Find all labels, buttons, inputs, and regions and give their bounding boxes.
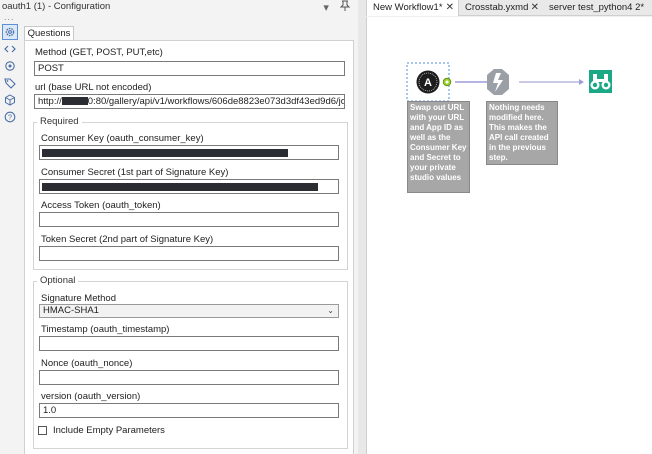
token-secret-input[interactable] xyxy=(39,246,339,261)
comment-note-oauth[interactable]: Swap out URL with your URL and App ID as… xyxy=(407,101,470,193)
tab-new-workflow1[interactable]: New Workflow1* ✕ xyxy=(366,0,459,16)
help-icon[interactable]: ? xyxy=(2,109,18,125)
side-toolbar: ? xyxy=(0,24,20,126)
comment-note-download[interactable]: Nothing needs modified here. This makes … xyxy=(486,101,558,165)
consumer-key-input[interactable] xyxy=(39,145,339,160)
close-icon[interactable]: ✕ xyxy=(531,0,539,15)
signature-method-label: Signature Method xyxy=(41,293,116,304)
token-secret-label: Token Secret (2nd part of Signature Key) xyxy=(41,234,213,245)
output-anchor[interactable] xyxy=(443,78,451,86)
nonce-input[interactable] xyxy=(39,370,339,385)
configuration-panel: oauth1 (1) - Configuration ▾ ... ? Quest… xyxy=(0,0,358,454)
tab-label: server test_python4 2* xyxy=(549,2,644,13)
url-suffix: 0:80/gallery/api/v1/workflows/606de8823e… xyxy=(88,96,345,107)
redacted-consumer-key xyxy=(42,149,288,157)
consumer-secret-input[interactable] xyxy=(39,179,339,194)
cube-icon[interactable] xyxy=(2,92,18,108)
method-input[interactable]: POST xyxy=(34,61,345,76)
workflow-canvas[interactable]: A Swap out URL with your URL and App ID … xyxy=(366,17,652,454)
version-label: version (oauth_version) xyxy=(41,391,140,402)
signature-method-value: HMAC-SHA1 xyxy=(43,305,99,316)
tab-label: New Workflow1* xyxy=(373,2,443,13)
optional-group-title: Optional xyxy=(37,275,78,286)
tab-label: Crosstab.yxmd xyxy=(465,2,528,13)
chevron-down-icon[interactable]: ▾ xyxy=(323,2,329,14)
tag-icon[interactable] xyxy=(2,75,18,91)
url-prefix: http:// xyxy=(38,96,62,107)
nonce-label: Nonce (oauth_nonce) xyxy=(41,358,132,369)
workflow-tabs: New Workflow1* ✕ Crosstab.yxmd ✕ server … xyxy=(366,0,652,16)
consumer-secret-label: Consumer Secret (1st part of Signature K… xyxy=(41,167,228,178)
tab-server-test-python4[interactable]: server test_python4 2* xyxy=(543,0,652,16)
drag-handle[interactable]: ... xyxy=(4,12,15,22)
access-token-label: Access Token (oauth_token) xyxy=(41,200,161,211)
redacted-consumer-secret xyxy=(42,183,318,191)
signature-method-select[interactable]: HMAC-SHA1 ⌄ xyxy=(39,304,339,318)
tab-crosstab[interactable]: Crosstab.yxmd ✕ xyxy=(459,0,543,16)
version-input[interactable]: 1.0 xyxy=(39,403,339,418)
svg-text:A: A xyxy=(424,77,432,89)
oauth-macro-icon[interactable]: A xyxy=(417,71,440,94)
required-group-title: Required xyxy=(37,116,82,127)
target-icon[interactable] xyxy=(2,58,18,74)
questions-form: Method (GET, POST, PUT,etc) POST url (ba… xyxy=(24,40,354,454)
workflow-diagram: A xyxy=(367,17,652,454)
svg-text:?: ? xyxy=(8,113,12,122)
method-label: Method (GET, POST, PUT,etc) xyxy=(35,47,163,58)
timestamp-label: Timestamp (oauth_timestamp) xyxy=(41,324,169,335)
access-token-input[interactable] xyxy=(39,212,339,227)
include-empty-label: Include Empty Parameters xyxy=(53,425,165,436)
panel-title-controls: ▾ xyxy=(315,0,350,14)
pin-icon[interactable] xyxy=(340,2,350,14)
redacted-host xyxy=(62,97,88,105)
panel-divider[interactable] xyxy=(358,0,366,454)
browse-tool-icon[interactable] xyxy=(589,70,612,93)
download-tool-icon[interactable] xyxy=(487,69,509,95)
tab-questions[interactable]: Questions xyxy=(24,26,74,41)
url-label: url (base URL not encoded) xyxy=(35,82,151,93)
url-input[interactable]: http:// 0:80/gallery/api/v1/workflows/606… xyxy=(34,94,345,109)
panel-title-text: oauth1 (1) - Configuration xyxy=(2,1,110,12)
gear-icon[interactable] xyxy=(2,24,18,40)
consumer-key-label: Consumer Key (oauth_consumer_key) xyxy=(41,133,204,144)
chevron-down-icon[interactable]: ⌄ xyxy=(327,305,334,317)
close-icon[interactable]: ✕ xyxy=(446,0,454,15)
include-empty-checkbox[interactable] xyxy=(38,426,47,435)
code-icon[interactable] xyxy=(2,41,18,57)
connector-arrow xyxy=(579,79,584,85)
timestamp-input[interactable] xyxy=(39,336,339,351)
panel-title: oauth1 (1) - Configuration xyxy=(0,0,358,14)
